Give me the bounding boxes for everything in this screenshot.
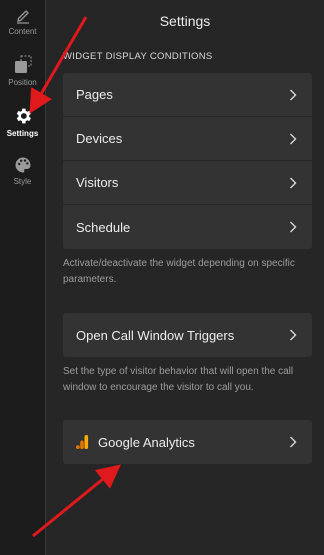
row-label-devices: Devices bbox=[76, 131, 123, 146]
display-conditions-hint: Activate/deactivate the widget depending… bbox=[63, 258, 295, 285]
row-pages[interactable]: Pages bbox=[63, 73, 312, 117]
rail-label-style: Style bbox=[13, 177, 32, 186]
rail-item-settings[interactable]: Settings bbox=[0, 106, 45, 150]
row-label-google-analytics: Google Analytics bbox=[98, 434, 195, 450]
row-label-pages: Pages bbox=[76, 87, 113, 102]
triggers-group: Open Call Window Triggers bbox=[63, 313, 312, 357]
row-open-call-window-triggers[interactable]: Open Call Window Triggers bbox=[63, 313, 312, 357]
rail-label-position: Position bbox=[8, 78, 37, 87]
rail-label-content: Content bbox=[8, 27, 37, 36]
page-title: Settings bbox=[159, 13, 211, 29]
chevron-right-icon bbox=[290, 221, 297, 233]
triggers-hint: Set the type of visitor behavior that wi… bbox=[63, 366, 294, 393]
section-label-display-conditions: WIDGET DISPLAY CONDITIONS bbox=[63, 51, 213, 62]
chevron-right-icon bbox=[290, 177, 297, 188]
row-label-triggers: Open Call Window Triggers bbox=[76, 327, 235, 343]
settings-panel: Settings WIDGET DISPLAY CONDITIONS Pages… bbox=[46, 0, 324, 555]
sidebar-rail: Content Position Settings Style bbox=[0, 0, 46, 555]
display-conditions-group: Pages Devices Visitors Schedule bbox=[63, 73, 312, 249]
gear-icon bbox=[16, 108, 31, 124]
chevron-right-icon bbox=[290, 329, 297, 341]
rail-label-settings: Settings bbox=[6, 129, 39, 138]
row-label-visitors: Visitors bbox=[76, 175, 119, 190]
analytics-group: Google Analytics bbox=[63, 420, 312, 464]
pencil-icon bbox=[16, 10, 29, 24]
position-icon bbox=[14, 55, 31, 73]
row-devices[interactable]: Devices bbox=[63, 117, 312, 161]
row-google-analytics[interactable]: Google Analytics bbox=[63, 420, 312, 464]
chevron-right-icon bbox=[290, 133, 297, 144]
palette-icon bbox=[15, 157, 30, 173]
google-analytics-icon bbox=[76, 435, 89, 449]
rail-item-position[interactable]: Position bbox=[0, 55, 45, 99]
row-label-schedule: Schedule bbox=[76, 219, 131, 235]
chevron-right-icon bbox=[290, 436, 297, 448]
rail-item-style[interactable]: Style bbox=[0, 156, 45, 200]
chevron-right-icon bbox=[290, 89, 297, 100]
row-visitors[interactable]: Visitors bbox=[63, 161, 312, 205]
row-schedule[interactable]: Schedule bbox=[63, 205, 312, 249]
rail-item-content[interactable]: Content bbox=[0, 8, 45, 52]
